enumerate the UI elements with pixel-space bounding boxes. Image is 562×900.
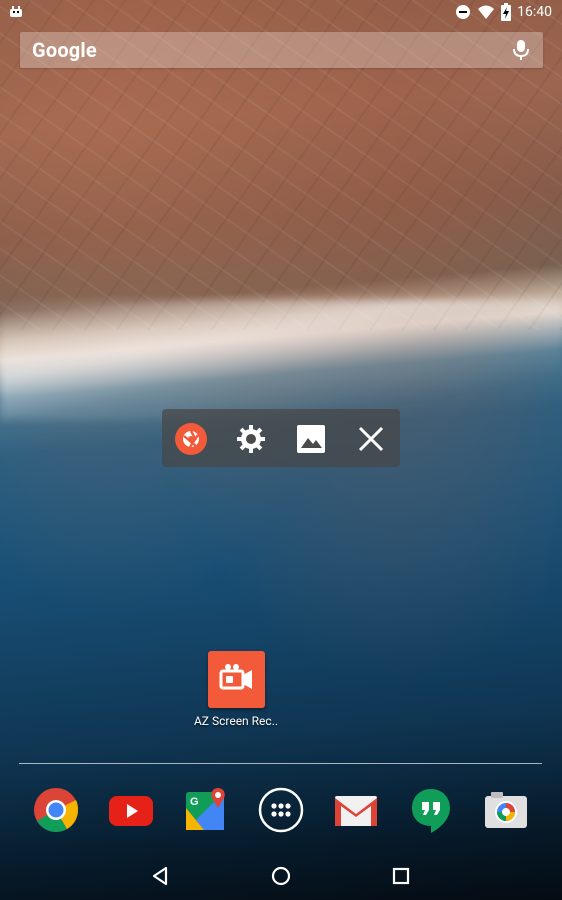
google-logo: Google [32, 38, 97, 62]
navigation-bar [0, 852, 562, 900]
app-drawer-icon[interactable] [257, 786, 305, 834]
app-label: AZ Screen Rec.. [193, 714, 279, 728]
home-icon[interactable] [269, 864, 293, 888]
dock-divider [19, 763, 542, 764]
status-bar: 16:40 [0, 0, 562, 24]
close-x-icon[interactable] [354, 422, 388, 456]
wifi-icon [478, 5, 495, 19]
svg-text:G: G [190, 796, 199, 808]
clock: 16:40 [517, 4, 552, 20]
search-bar[interactable]: Google [20, 32, 543, 68]
android-notification-icon [8, 4, 24, 20]
youtube-icon[interactable] [107, 786, 155, 834]
gmail-icon[interactable] [332, 786, 380, 834]
floating-control-bar [162, 409, 400, 467]
battery-charging-icon [501, 3, 512, 21]
gallery-image-icon[interactable] [294, 422, 328, 456]
settings-gear-icon[interactable] [234, 422, 268, 456]
record-shutter-icon[interactable] [174, 422, 208, 456]
chrome-icon[interactable] [32, 786, 80, 834]
dock: G [0, 780, 562, 840]
camera-icon[interactable] [482, 786, 530, 834]
status-icons: 16:40 [455, 2, 552, 22]
maps-icon[interactable]: G [182, 786, 230, 834]
back-icon[interactable] [148, 864, 172, 888]
hangouts-icon[interactable] [407, 786, 455, 834]
recents-icon[interactable] [389, 864, 413, 888]
app-az-screen-recorder[interactable]: AZ Screen Rec.. [190, 651, 282, 735]
do-not-disturb-icon [456, 5, 471, 19]
camera-record-icon [208, 651, 265, 708]
mic-icon[interactable] [511, 39, 531, 61]
